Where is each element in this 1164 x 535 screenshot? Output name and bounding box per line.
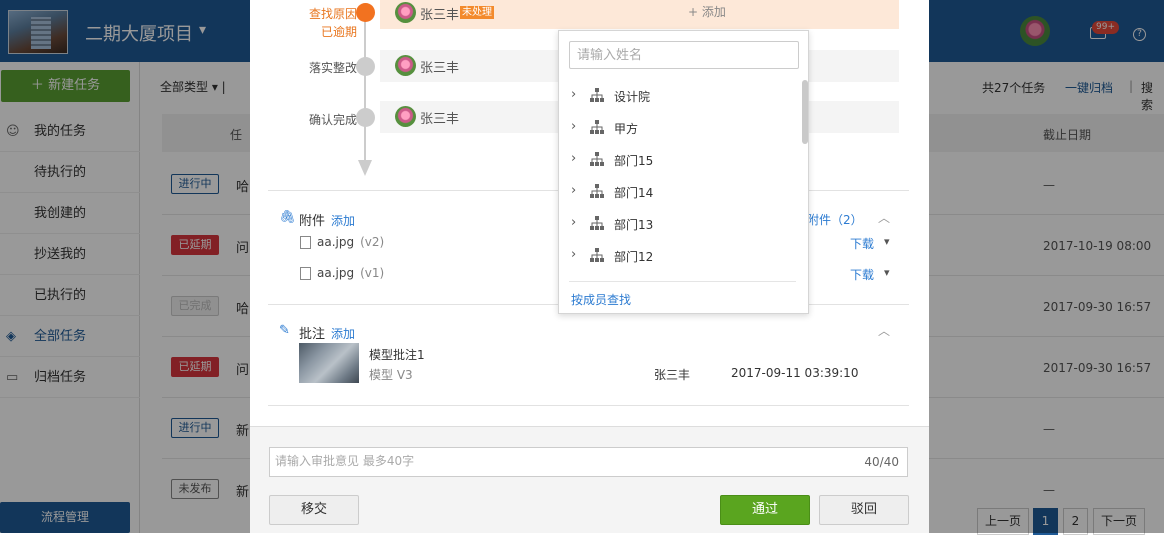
download-link[interactable]: 下载 xyxy=(850,266,874,283)
file-name: aa.jpg xyxy=(317,235,355,249)
attachments-label: 附件 xyxy=(299,214,326,229)
collapse-icon[interactable]: ︿ xyxy=(878,209,890,226)
attachments-title: 附件 添加 xyxy=(299,210,355,229)
add-attachment-link[interactable]: 添加 xyxy=(331,214,355,228)
collapse-icon[interactable]: ︿ xyxy=(878,322,890,339)
file-version: (v2) xyxy=(360,235,385,249)
org-tree-item[interactable]: › 部门13 xyxy=(559,208,799,240)
char-count: 40/40 xyxy=(864,455,899,469)
chevron-right-icon[interactable]: › xyxy=(571,87,576,102)
attachment-file[interactable]: aa.jpg (v2) xyxy=(317,235,384,249)
org-tree-item[interactable]: › 部门12 xyxy=(559,240,799,272)
assignee-dropdown: › 设计院 › 甲方 › 部门15 › 部门14 › 部门13 › 部门12 按… xyxy=(558,30,809,314)
org-chart-icon xyxy=(590,120,604,134)
org-chart-icon xyxy=(590,152,604,166)
chevron-down-icon[interactable]: ▾ xyxy=(884,235,890,248)
section-divider xyxy=(268,405,909,406)
avatar xyxy=(395,55,416,76)
opinion-field[interactable]: 40/40 xyxy=(269,447,908,477)
workflow-step-dot xyxy=(356,3,375,22)
opinion-input[interactable] xyxy=(275,454,835,468)
org-tree-item[interactable]: › 设计院 xyxy=(559,80,799,112)
name-search-input[interactable] xyxy=(577,48,787,63)
dropdown-scrollbar[interactable] xyxy=(802,80,808,144)
workflow-step-dot xyxy=(356,57,375,76)
org-name: 部门15 xyxy=(614,154,654,168)
annotation-time: 2017-09-11 03:39:10 xyxy=(731,366,859,380)
attachment-count[interactable]: 附件（2） xyxy=(807,211,863,228)
avatar xyxy=(395,2,416,23)
search-by-member-link[interactable]: 按成员查找 xyxy=(571,291,631,308)
workflow-line xyxy=(364,14,366,164)
workflow-step-label: 查找原因 xyxy=(308,7,357,21)
chevron-down-icon[interactable]: ▾ xyxy=(884,266,890,279)
image-file-icon xyxy=(300,267,311,280)
attachment-file[interactable]: aa.jpg (v1) xyxy=(317,266,384,280)
chevron-right-icon[interactable]: › xyxy=(571,215,576,230)
name-search-field[interactable] xyxy=(569,41,799,69)
org-name: 甲方 xyxy=(614,122,639,136)
workflow-step-label: 落实整改 xyxy=(308,61,357,75)
org-chart-icon xyxy=(590,216,604,230)
dropdown-divider xyxy=(569,281,796,282)
add-annotation-link[interactable]: 添加 xyxy=(331,327,355,341)
image-file-icon xyxy=(300,236,311,249)
avatar xyxy=(395,106,416,127)
org-chart-icon xyxy=(590,184,604,198)
workflow-arrow xyxy=(358,160,372,176)
org-tree-item[interactable]: › 部门15 xyxy=(559,144,799,176)
annotation-thumbnail[interactable] xyxy=(299,343,359,383)
chevron-right-icon[interactable]: › xyxy=(571,119,576,134)
workflow-step-row[interactable]: 张三丰 未处理 + 添加 xyxy=(380,0,899,29)
org-name: 设计院 xyxy=(614,90,651,104)
transfer-button[interactable]: 移交 xyxy=(269,495,359,525)
annotations-title: 批注 添加 xyxy=(299,323,355,342)
assignee-name: 张三丰 xyxy=(420,61,460,76)
download-link[interactable]: 下载 xyxy=(850,235,874,252)
workflow-step-label: 确认完成 xyxy=(308,113,357,127)
add-assignee-link[interactable]: + 添加 xyxy=(688,3,726,20)
annotation-user: 张三丰 xyxy=(654,368,691,382)
file-name: aa.jpg xyxy=(317,266,355,280)
org-name: 部门12 xyxy=(614,250,654,264)
org-tree-item[interactable]: › 部门14 xyxy=(559,176,799,208)
assignee-name: 张三丰 xyxy=(420,112,460,127)
annotation-title[interactable]: 模型批注1 xyxy=(369,346,425,363)
paperclip-icon: 🖇 xyxy=(279,210,296,225)
assignee-name: 张三丰 xyxy=(420,8,460,23)
status-badge: 未处理 xyxy=(460,6,494,19)
edit-icon: ✎ xyxy=(279,323,290,338)
annotations-label: 批注 xyxy=(299,327,326,342)
chevron-right-icon[interactable]: › xyxy=(571,151,576,166)
pass-button[interactable]: 通过 xyxy=(720,495,810,525)
chevron-right-icon[interactable]: › xyxy=(571,247,576,262)
org-name: 部门14 xyxy=(614,186,654,200)
org-chart-icon xyxy=(590,88,604,102)
file-version: (v1) xyxy=(360,266,385,280)
org-chart-icon xyxy=(590,248,604,262)
annotation-meta: 模型 V3 xyxy=(369,368,413,382)
org-tree-item[interactable]: › 甲方 xyxy=(559,112,799,144)
chevron-right-icon[interactable]: › xyxy=(571,183,576,198)
overdue-label: 已逾期 xyxy=(320,25,357,39)
workflow-step-dot xyxy=(356,108,375,127)
org-name: 部门13 xyxy=(614,218,654,232)
reject-button[interactable]: 驳回 xyxy=(819,495,909,525)
